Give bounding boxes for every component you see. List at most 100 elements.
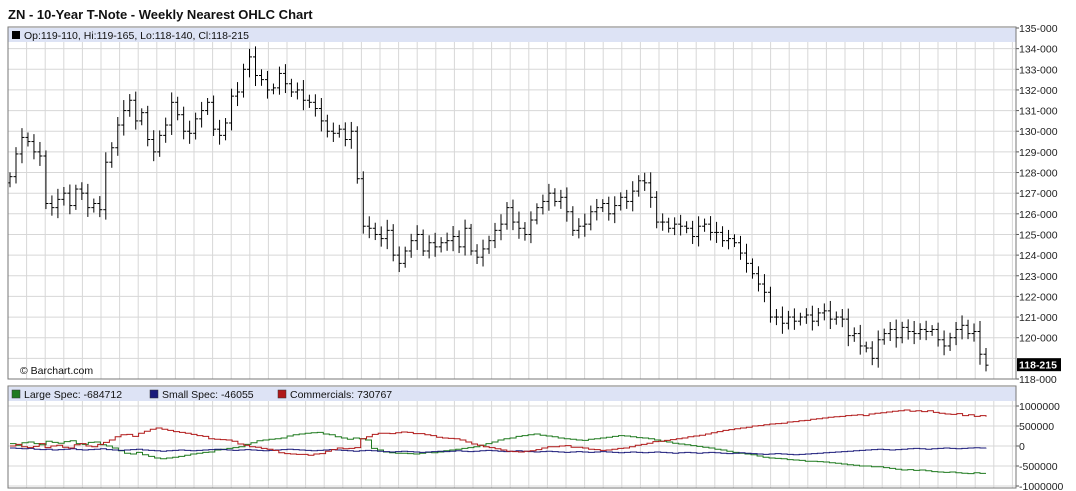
ohlc-bar xyxy=(456,230,462,254)
ohlc-bar xyxy=(732,234,738,248)
ohlc-bar xyxy=(869,341,875,366)
ohlc-bar xyxy=(67,184,73,215)
ohlc-bar xyxy=(223,118,229,141)
price-tick-label: 130-000 xyxy=(1019,126,1058,138)
ohlc-bar xyxy=(600,199,606,212)
ohlc-bar xyxy=(372,222,378,241)
ohlc-bar xyxy=(684,221,690,234)
ohlc-bar xyxy=(312,94,318,117)
ohlc-bar xyxy=(708,216,714,241)
ohlc-bar xyxy=(486,235,492,254)
ohlc-bar xyxy=(205,97,211,115)
ohlc-bar xyxy=(348,121,354,149)
price-tick-label: 120-000 xyxy=(1019,333,1058,345)
ohlc-bar xyxy=(696,216,702,247)
price-tick-label: 129-000 xyxy=(1019,147,1058,159)
ohlc-bar xyxy=(851,327,857,342)
ohlc-bar xyxy=(827,300,833,330)
ohlc-bar xyxy=(690,220,696,244)
ohlc-bar xyxy=(330,122,336,142)
price-tick-label: 128-000 xyxy=(1019,168,1058,180)
ohlc-bar xyxy=(229,88,235,131)
price-tick-label: 127-000 xyxy=(1019,188,1058,200)
ohlc-bar xyxy=(264,70,270,99)
ohlc-bar xyxy=(779,306,785,334)
ohlc-bar xyxy=(462,219,468,256)
price-tick-label: 123-000 xyxy=(1019,271,1058,283)
cot-legend-band xyxy=(8,387,1016,401)
ohlc-bar xyxy=(588,205,594,231)
legend-label: Commercials: 730767 xyxy=(290,389,392,401)
ohlc-bar xyxy=(504,202,510,230)
ohlc-bar xyxy=(761,274,767,303)
ohlc-bar xyxy=(983,348,989,372)
ohlc-bar xyxy=(576,218,582,239)
ohlc-bar xyxy=(785,310,791,330)
ohlc-bar xyxy=(79,182,85,200)
price-tick-label: 118-000 xyxy=(1019,374,1057,386)
ohlc-bar xyxy=(270,83,276,95)
legend-label: Large Spec: -684712 xyxy=(24,389,122,401)
price-tick-label: 124-000 xyxy=(1019,250,1058,262)
ohlc-bar xyxy=(342,122,348,147)
price-tick-label: 134-000 xyxy=(1019,44,1058,56)
ohlc-bar xyxy=(73,184,79,210)
legend-entry: Large Spec: -684712 xyxy=(11,389,122,401)
ohlc-bar xyxy=(654,191,660,229)
ohlc-bar xyxy=(498,214,504,241)
ohlc-bar xyxy=(953,322,959,346)
ohlc-bar xyxy=(390,224,396,262)
ohlc-bar xyxy=(845,308,851,347)
ohlc-bar xyxy=(91,198,97,213)
cot-tick-label: 500000 xyxy=(1019,421,1054,433)
ohlc-bar xyxy=(235,82,241,107)
ohlc-bar xyxy=(570,206,576,236)
ohlc-bar xyxy=(678,214,684,236)
ohlc-bar xyxy=(43,150,49,210)
ohlc-bar xyxy=(738,235,744,260)
ohlc-bar xyxy=(791,308,797,330)
ohlc-bar xyxy=(959,315,965,340)
last-price-label: 118-215 xyxy=(1019,360,1057,372)
ohlc-bar xyxy=(199,101,205,128)
ohlc-bar xyxy=(145,105,151,147)
ohlc-bar xyxy=(187,120,193,144)
cot-axis-ticks: 1000000 500000 0 -500000 -1000000 xyxy=(1016,401,1064,491)
price-tick-label: 135-000 xyxy=(1019,23,1058,35)
price-tick-label: 121-000 xyxy=(1019,312,1058,324)
legend-label: Small Spec: -46055 xyxy=(162,389,254,401)
chart-canvas: Op:119-110, Hi:119-165, Lo:118-140, Cl:1… xyxy=(7,23,1064,491)
ohlc-bar xyxy=(31,134,37,160)
cot-legend: Large Spec: -684712 Small Spec: -46055 Com… xyxy=(11,389,392,401)
ohlc-bar xyxy=(432,232,438,257)
legend-swatch xyxy=(277,389,287,399)
ohlc-bar xyxy=(241,63,247,98)
ohlc-bar xyxy=(151,130,157,162)
ohlc-bar xyxy=(809,305,815,331)
ohlc-bar xyxy=(294,82,300,100)
ohlc-bar xyxy=(839,309,845,328)
ohlc-bar xyxy=(378,226,384,247)
ohlc-bar xyxy=(935,322,941,347)
ohlc-bar xyxy=(258,69,264,86)
ohlc-bar xyxy=(354,126,360,184)
ohlc-bar xyxy=(971,323,977,342)
ohlc-bar xyxy=(402,246,408,268)
ohlc-bar xyxy=(13,147,19,184)
price-tick-label: 131-000 xyxy=(1019,106,1058,118)
legend-entry: Commercials: 730767 xyxy=(277,389,392,401)
ohlc-bar xyxy=(288,78,294,97)
ohlc-bar xyxy=(420,229,426,256)
price-tick-label: 122-000 xyxy=(1019,291,1058,303)
ohlc-bar xyxy=(414,225,420,250)
ohlc-bar xyxy=(582,213,588,237)
ohlc-bar xyxy=(510,199,516,231)
ohlc-bar xyxy=(672,217,678,236)
ohlc-bar xyxy=(438,237,444,253)
ohlc-bar xyxy=(720,226,726,247)
ohlc-bar xyxy=(540,194,546,215)
ohlc-bar xyxy=(324,114,330,138)
ohlc-bar xyxy=(905,319,911,340)
ohlc-bar xyxy=(630,181,636,212)
ohlc-bar xyxy=(642,172,648,191)
